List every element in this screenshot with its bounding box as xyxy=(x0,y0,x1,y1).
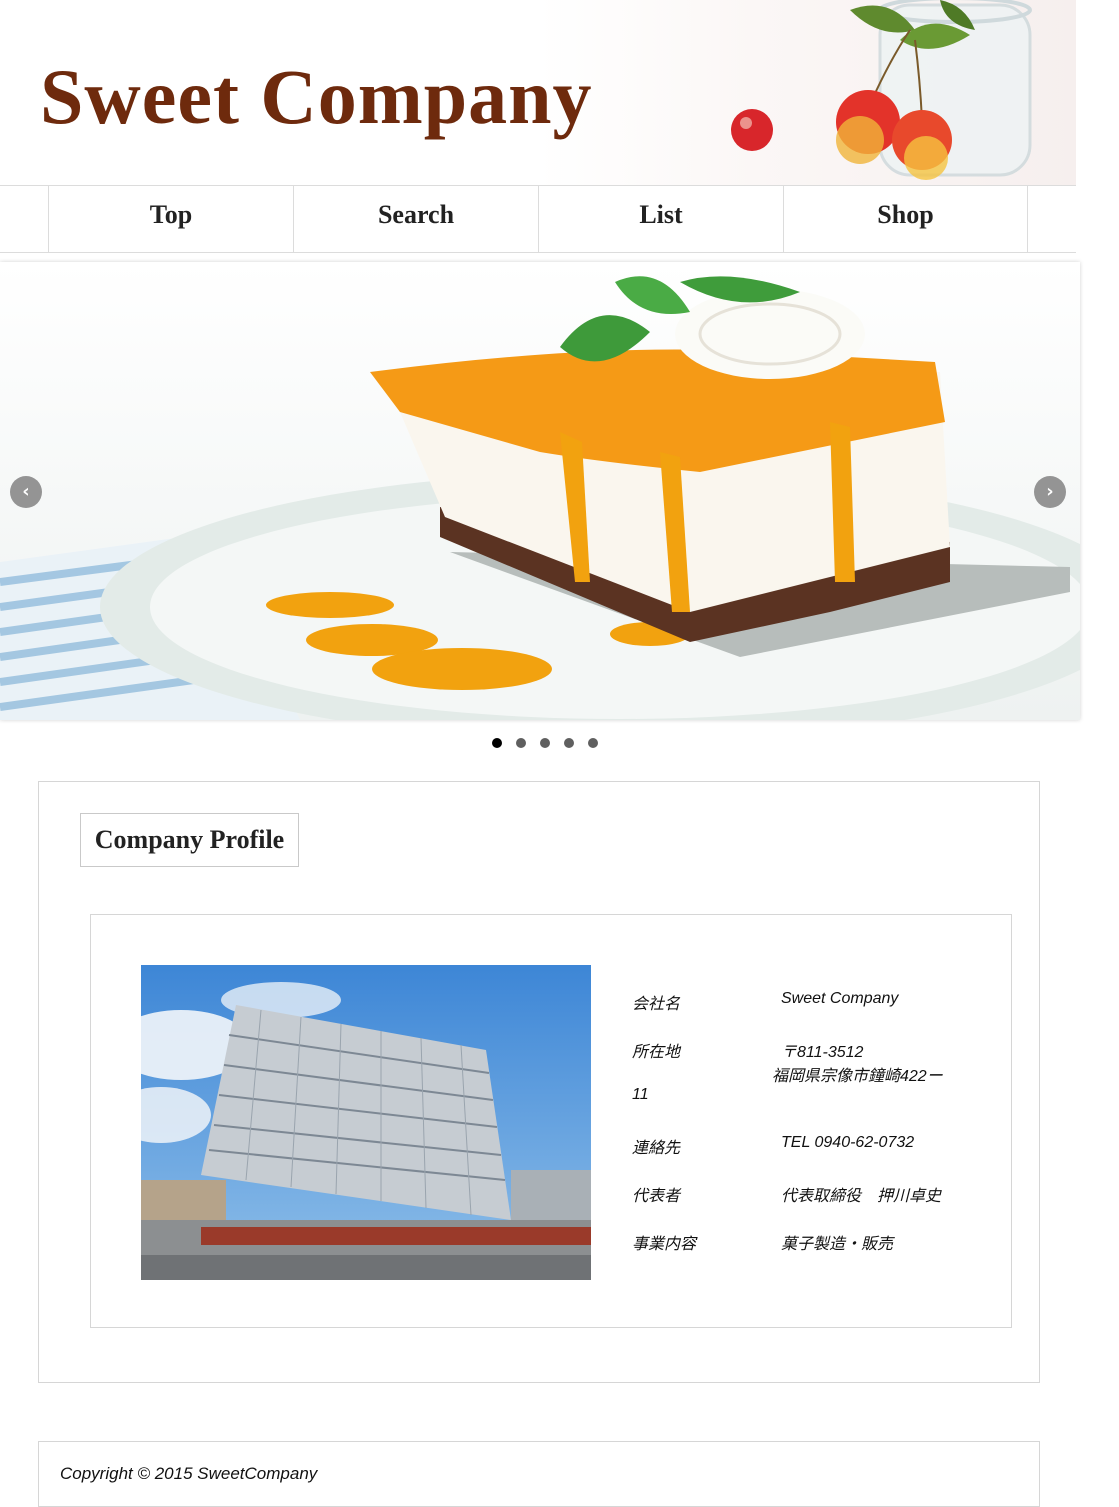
section-title: Company Profile xyxy=(80,813,299,867)
info-row-company-name: 会社名 Sweet Company xyxy=(632,990,972,1014)
chevron-right-icon: › xyxy=(1046,481,1054,502)
info-label: 所在地 xyxy=(632,1044,681,1061)
main-nav: Top Search List Shop xyxy=(0,185,1076,253)
info-label: 連絡先 xyxy=(632,1140,681,1157)
info-value: 〒811-3512 xyxy=(781,1044,864,1061)
nav-item-shop[interactable]: Shop xyxy=(783,186,1028,253)
site-footer: Copyright © 2015 SweetCompany xyxy=(38,1441,1040,1507)
info-label: 会社名 xyxy=(632,996,681,1013)
slider-next-button[interactable]: › xyxy=(1034,476,1066,508)
info-row-contact: 連絡先 TEL 0940-62-0732 xyxy=(632,1134,972,1158)
info-value: TEL 0940-62-0732 xyxy=(781,1134,915,1151)
info-label: 事業内容 xyxy=(632,1236,697,1253)
slider-pagination xyxy=(492,735,608,748)
company-profile-section: Company Profile 会社名 Sweet Company 所在地 〒8… xyxy=(38,781,1040,1383)
building-photo xyxy=(141,965,591,1280)
slider-dot-5[interactable] xyxy=(588,738,598,748)
nav-item-list[interactable]: List xyxy=(538,186,783,253)
nav-item-top[interactable]: Top xyxy=(48,186,293,253)
slider-dot-3[interactable] xyxy=(540,738,550,748)
info-row-business: 事業内容 菓子製造・販売 xyxy=(632,1230,972,1254)
info-row-address: 所在地 〒811-3512 福岡県宗像市鐘崎422ー 11 xyxy=(632,1038,972,1103)
info-value: 代表取締役 押川卓史 xyxy=(781,1188,942,1205)
slider-dot-2[interactable] xyxy=(516,738,526,748)
info-value-address: 福岡県宗像市鐘崎422ー xyxy=(772,1068,943,1085)
slider-dot-1[interactable] xyxy=(492,738,502,748)
info-value: 菓子製造・販売 xyxy=(781,1236,894,1253)
nav-item-search[interactable]: Search xyxy=(293,186,538,253)
site-header: Sweet Company xyxy=(0,0,1076,185)
copyright-text: Copyright © 2015 SweetCompany xyxy=(60,1464,318,1483)
info-label: 代表者 xyxy=(632,1188,681,1205)
chevron-left-icon: ‹ xyxy=(22,481,30,502)
slider-dot-4[interactable] xyxy=(564,738,574,748)
cheesecake-slide-image xyxy=(0,262,1080,720)
slider-prev-button[interactable]: ‹ xyxy=(10,476,42,508)
cherries-glass-decoration xyxy=(731,0,1032,180)
info-value-address-continued: 11 xyxy=(632,1086,649,1103)
image-slider[interactable] xyxy=(0,262,1080,720)
info-value: Sweet Company xyxy=(781,990,899,1007)
info-row-representative: 代表者 代表取締役 押川卓史 xyxy=(632,1182,972,1206)
site-title[interactable]: Sweet Company xyxy=(40,52,593,142)
profile-card: 会社名 Sweet Company 所在地 〒811-3512 福岡県宗像市鐘崎… xyxy=(90,914,1012,1328)
